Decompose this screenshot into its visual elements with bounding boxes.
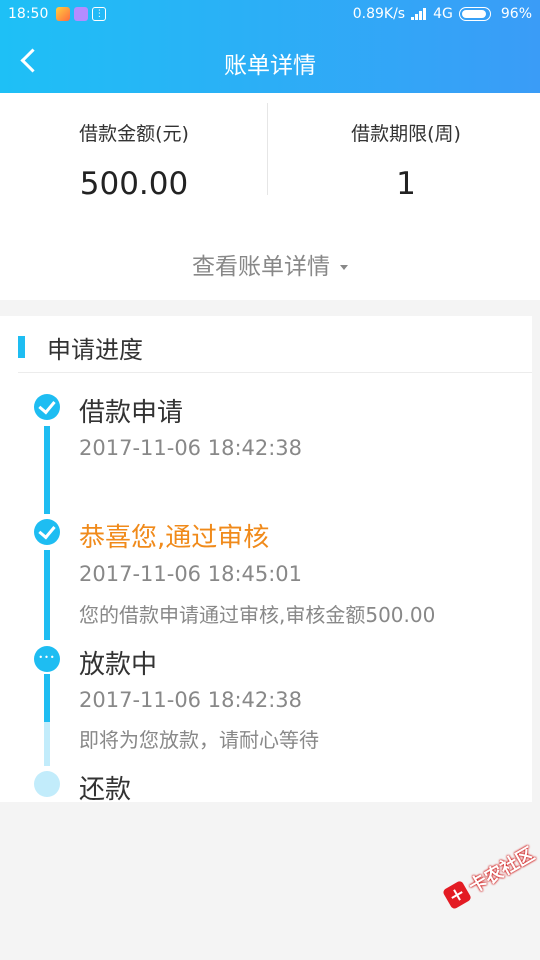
timeline-connector xyxy=(44,426,50,514)
step-description: 您的借款申请通过审核,审核金额500.00 xyxy=(79,603,436,627)
signal-icon xyxy=(411,8,427,20)
step-title: 还款 xyxy=(79,775,132,805)
loan-term: 借款期限(周) 1 xyxy=(272,113,540,202)
section-title: 申请进度 xyxy=(47,336,143,364)
loan-term-value: 1 xyxy=(396,166,416,202)
step-title: 借款申请 xyxy=(79,398,184,428)
notification-signal-icon: ⋮ xyxy=(92,7,107,21)
notification-app-icon xyxy=(74,7,89,21)
view-bill-details-button[interactable]: 查看账单详情 xyxy=(0,247,540,281)
loan-amount-value: 500.00 xyxy=(79,166,189,202)
section-header: 申请进度 xyxy=(18,330,532,373)
notification-app-icon xyxy=(56,7,71,21)
battery-icon xyxy=(458,7,491,21)
application-progress-panel: 申请进度 借款申请 2017-11-06 18:42:38 恭喜您,通过审核 2… xyxy=(0,316,532,805)
app-header: 18:50 ⋮ 0.89K/s 4G 96% 账单详情 xyxy=(0,0,540,93)
network-type: 4G xyxy=(433,6,453,22)
step-complete-icon xyxy=(34,519,60,545)
loan-term-label: 借款期限(周) xyxy=(351,123,461,145)
step-time: 2017-11-06 18:42:38 xyxy=(79,688,303,712)
loan-amount-label: 借款金额(元) xyxy=(79,123,189,145)
step-pending-icon xyxy=(34,771,60,797)
page-title: 账单详情 xyxy=(224,53,316,79)
status-right: 0.89K/s 4G 96% xyxy=(347,6,532,22)
step-in-progress-icon xyxy=(34,646,60,672)
watermark-text: 卡农社区 xyxy=(465,843,539,898)
battery-level: 96% xyxy=(500,6,532,22)
timeline-connector xyxy=(44,674,50,722)
caret-down-icon xyxy=(340,265,348,270)
step-title: 恭喜您,通过审核 xyxy=(79,523,270,553)
step-title: 放款中 xyxy=(79,650,158,680)
bill-summary-card: 借款金额(元) 500.00 借款期限(周) 1 查看账单详情 xyxy=(0,93,540,300)
summary-divider xyxy=(267,103,268,195)
status-bar: 18:50 ⋮ 0.89K/s 4G 96% xyxy=(0,0,540,30)
timeline-connector xyxy=(44,722,50,766)
status-time: 18:50 xyxy=(8,6,49,22)
step-complete-icon xyxy=(34,394,60,420)
step-time: 2017-11-06 18:42:38 xyxy=(79,436,303,460)
step-description: 即将为您放款，请耐心等待 xyxy=(79,728,319,752)
loan-amount: 借款金额(元) 500.00 xyxy=(0,113,268,202)
view-bill-details-label: 查看账单详情 xyxy=(192,254,330,280)
watermark: 卡农社区 xyxy=(438,836,540,919)
timeline-connector xyxy=(44,550,50,640)
status-left: 18:50 ⋮ xyxy=(8,6,110,22)
network-speed: 0.89K/s xyxy=(352,6,406,22)
section-accent-bar xyxy=(18,336,25,358)
step-time: 2017-11-06 18:45:01 xyxy=(79,562,303,586)
nav-bar: 账单详情 xyxy=(0,30,540,93)
